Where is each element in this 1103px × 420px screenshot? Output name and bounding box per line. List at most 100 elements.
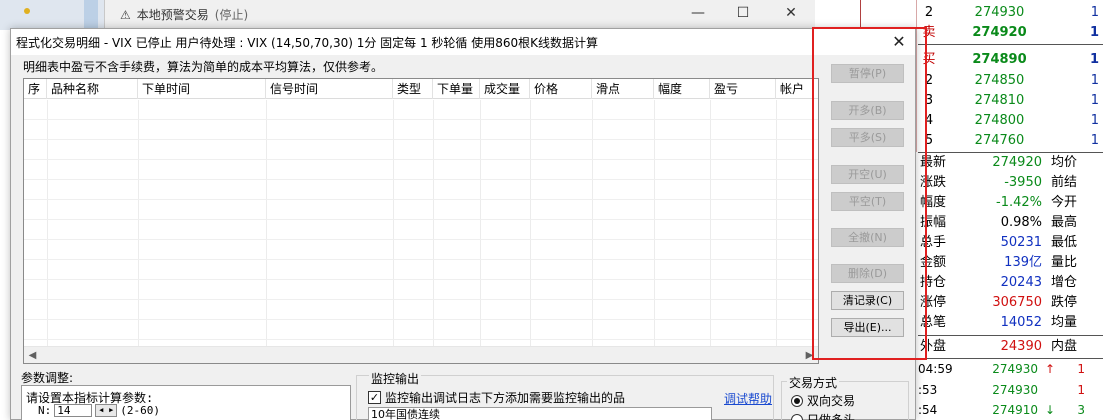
close-button[interactable]: ✕ (776, 4, 806, 22)
monitor-debug-checkbox[interactable]: ✓ 监控输出调试日志下方添加需要监控输出的品 (368, 389, 625, 406)
stat-label-secondary: 量比 (1051, 255, 1078, 270)
column-header[interactable]: 帐户 (776, 79, 818, 99)
stat-value: 20243 (1000, 275, 1042, 290)
clear-records-button[interactable]: 清记录(C) (831, 291, 904, 310)
monitor-symbol-field[interactable]: 10年国债连续 (368, 407, 712, 420)
maximize-button[interactable]: ☐ (728, 4, 758, 22)
stat-label: 总手 (920, 235, 947, 250)
cancel-all-button[interactable]: 全撤(N) (831, 228, 904, 247)
trade-detail-dialog: 程式化交易明细 - VIX 已停止 用户待处理 : VIX (14,50,70,… (10, 28, 916, 420)
stat-row-total-trades: 总笔 14052 均量 (918, 313, 1103, 333)
level-volume: 1 (1090, 133, 1099, 148)
trade-mode-both-radio[interactable]: 双向交易 (791, 392, 855, 409)
column-header[interactable]: 下单量 (433, 79, 480, 99)
grid-line (24, 219, 818, 220)
column-header[interactable]: 类型 (393, 79, 433, 99)
bid-level-row[interactable]: 2 274850 1 (918, 71, 1103, 91)
level-label: 4 (924, 113, 934, 128)
param-n-label: N: (38, 404, 52, 417)
stat-label-secondary: 前结 (1051, 175, 1078, 190)
delete-button[interactable]: 删除(D) (831, 264, 904, 283)
checkbox-checked-icon[interactable]: ✓ (368, 391, 381, 404)
table-body[interactable] (24, 100, 818, 347)
column-header[interactable]: 下单时间 (138, 79, 266, 99)
stat-row-change: 涨跌 -3950 前结 (918, 173, 1103, 193)
param-n-range: (2-60) (120, 404, 160, 417)
open-short-button[interactable]: 开空(U) (831, 165, 904, 184)
stat-label: 振幅 (920, 215, 947, 230)
radio-unselected-icon[interactable] (791, 413, 803, 420)
grid-line (530, 100, 531, 347)
grid-line (24, 179, 818, 180)
column-header[interactable]: 序 (24, 79, 47, 99)
param-n-input[interactable]: 14 (54, 404, 93, 417)
bid-level-row[interactable]: 5 274760 1 (918, 131, 1103, 151)
close-long-button[interactable]: 平多(S) (831, 128, 904, 147)
horizontal-scrollbar[interactable]: ◀ ▶ (24, 346, 818, 363)
stat-value: 274920 (992, 155, 1042, 170)
grid-line (47, 100, 48, 347)
export-button[interactable]: 导出(E)... (831, 318, 904, 337)
tick-row: :54 274910 ↓ 3 (918, 400, 1103, 420)
radio-selected-icon[interactable] (791, 394, 803, 407)
trade-mode-long-only-radio[interactable]: 只做多头 (791, 411, 855, 420)
stat-label-secondary: 均量 (1051, 315, 1078, 330)
open-long-button[interactable]: 开多(B) (831, 101, 904, 120)
close-short-button[interactable]: 平空(T) (831, 192, 904, 211)
spinner-left-icon[interactable]: ◀ (96, 405, 106, 416)
background-window-title-text: 本地预警交易 (136, 8, 209, 22)
level-volume: 1 (1090, 113, 1099, 128)
stat-row-outer-disc: 外盘 24390 内盘 (918, 337, 1103, 357)
monitor-checkbox-label: 监控输出调试日志下方添加需要监控输出的品 (385, 391, 626, 405)
trade-detail-table[interactable]: 序 品种名称 下单时间 信号时间 类型 下单量 成交量 价格 滑点 幅度 盈亏 … (23, 78, 819, 364)
column-header[interactable]: 成交量 (480, 79, 530, 99)
background-window-titlebar: ⚠ 本地预警交易 (停止) — ☐ ✕ (0, 0, 815, 30)
pause-button[interactable]: 暂停(P) (831, 64, 904, 83)
tick-price: 274910 (992, 403, 1038, 417)
stat-label-secondary: 今开 (1051, 195, 1078, 210)
bid-level-row[interactable]: 买 274890 1 (918, 50, 1103, 70)
column-header[interactable]: 品种名称 (47, 79, 138, 99)
tick-price: 274930 (992, 383, 1038, 397)
stat-label: 幅度 (920, 195, 947, 210)
down-arrow-icon: ↓ (1044, 403, 1056, 417)
grid-line (24, 279, 818, 280)
radio-label: 双向交易 (807, 394, 856, 408)
bid-level-row[interactable]: 4 274800 1 (918, 111, 1103, 131)
monitor-output-legend: 监控输出 (369, 370, 422, 387)
minimize-button[interactable]: — (683, 4, 713, 22)
background-window-title: ⚠ 本地预警交易 (停止) (120, 6, 248, 23)
tick-row: 04:59 274930 ↑ 1 (918, 359, 1103, 379)
column-header[interactable]: 滑点 (592, 79, 654, 99)
scroll-left-icon[interactable]: ◀ (24, 347, 41, 364)
scroll-stripe (84, 0, 98, 30)
grid-line (480, 100, 481, 347)
column-header[interactable]: 幅度 (654, 79, 710, 99)
bid-level-row[interactable]: 3 274810 1 (918, 91, 1103, 111)
level-label: 5 (924, 133, 934, 148)
column-header[interactable]: 信号时间 (266, 79, 393, 99)
debug-help-link[interactable]: 调试帮助 (724, 390, 772, 407)
warning-icon: ⚠ (120, 7, 131, 22)
outer-disc-divider (918, 335, 1103, 336)
level-volume: 1 (1089, 25, 1099, 40)
dialog-titlebar[interactable]: 程式化交易明细 - VIX 已停止 用户待处理 : VIX (14,50,70,… (11, 29, 915, 55)
stat-row-total-volume: 总手 50231 最低 (918, 233, 1103, 253)
grid-line (24, 319, 818, 320)
tick-time: :53 (918, 383, 938, 397)
spinner-right-icon[interactable]: ▶ (106, 405, 116, 416)
stat-label: 最新 (920, 155, 947, 170)
stat-label: 金额 (920, 255, 947, 270)
tick-volume: 3 (1077, 403, 1085, 417)
param-n-spinner[interactable]: ◀ ▶ (95, 404, 118, 417)
column-header[interactable]: 盈亏 (710, 79, 776, 99)
grid-line (710, 100, 711, 347)
scroll-right-icon[interactable]: ▶ (801, 347, 818, 364)
grid-line (138, 100, 139, 347)
ask-level-row[interactable]: 2 274930 1 (918, 3, 1103, 23)
column-header[interactable]: 价格 (530, 79, 592, 99)
grid-line (24, 159, 818, 160)
ask-level-row[interactable]: 卖 274920 1 (918, 23, 1103, 43)
level-label: 2 (924, 73, 934, 88)
dialog-close-icon[interactable]: ✕ (889, 32, 909, 52)
